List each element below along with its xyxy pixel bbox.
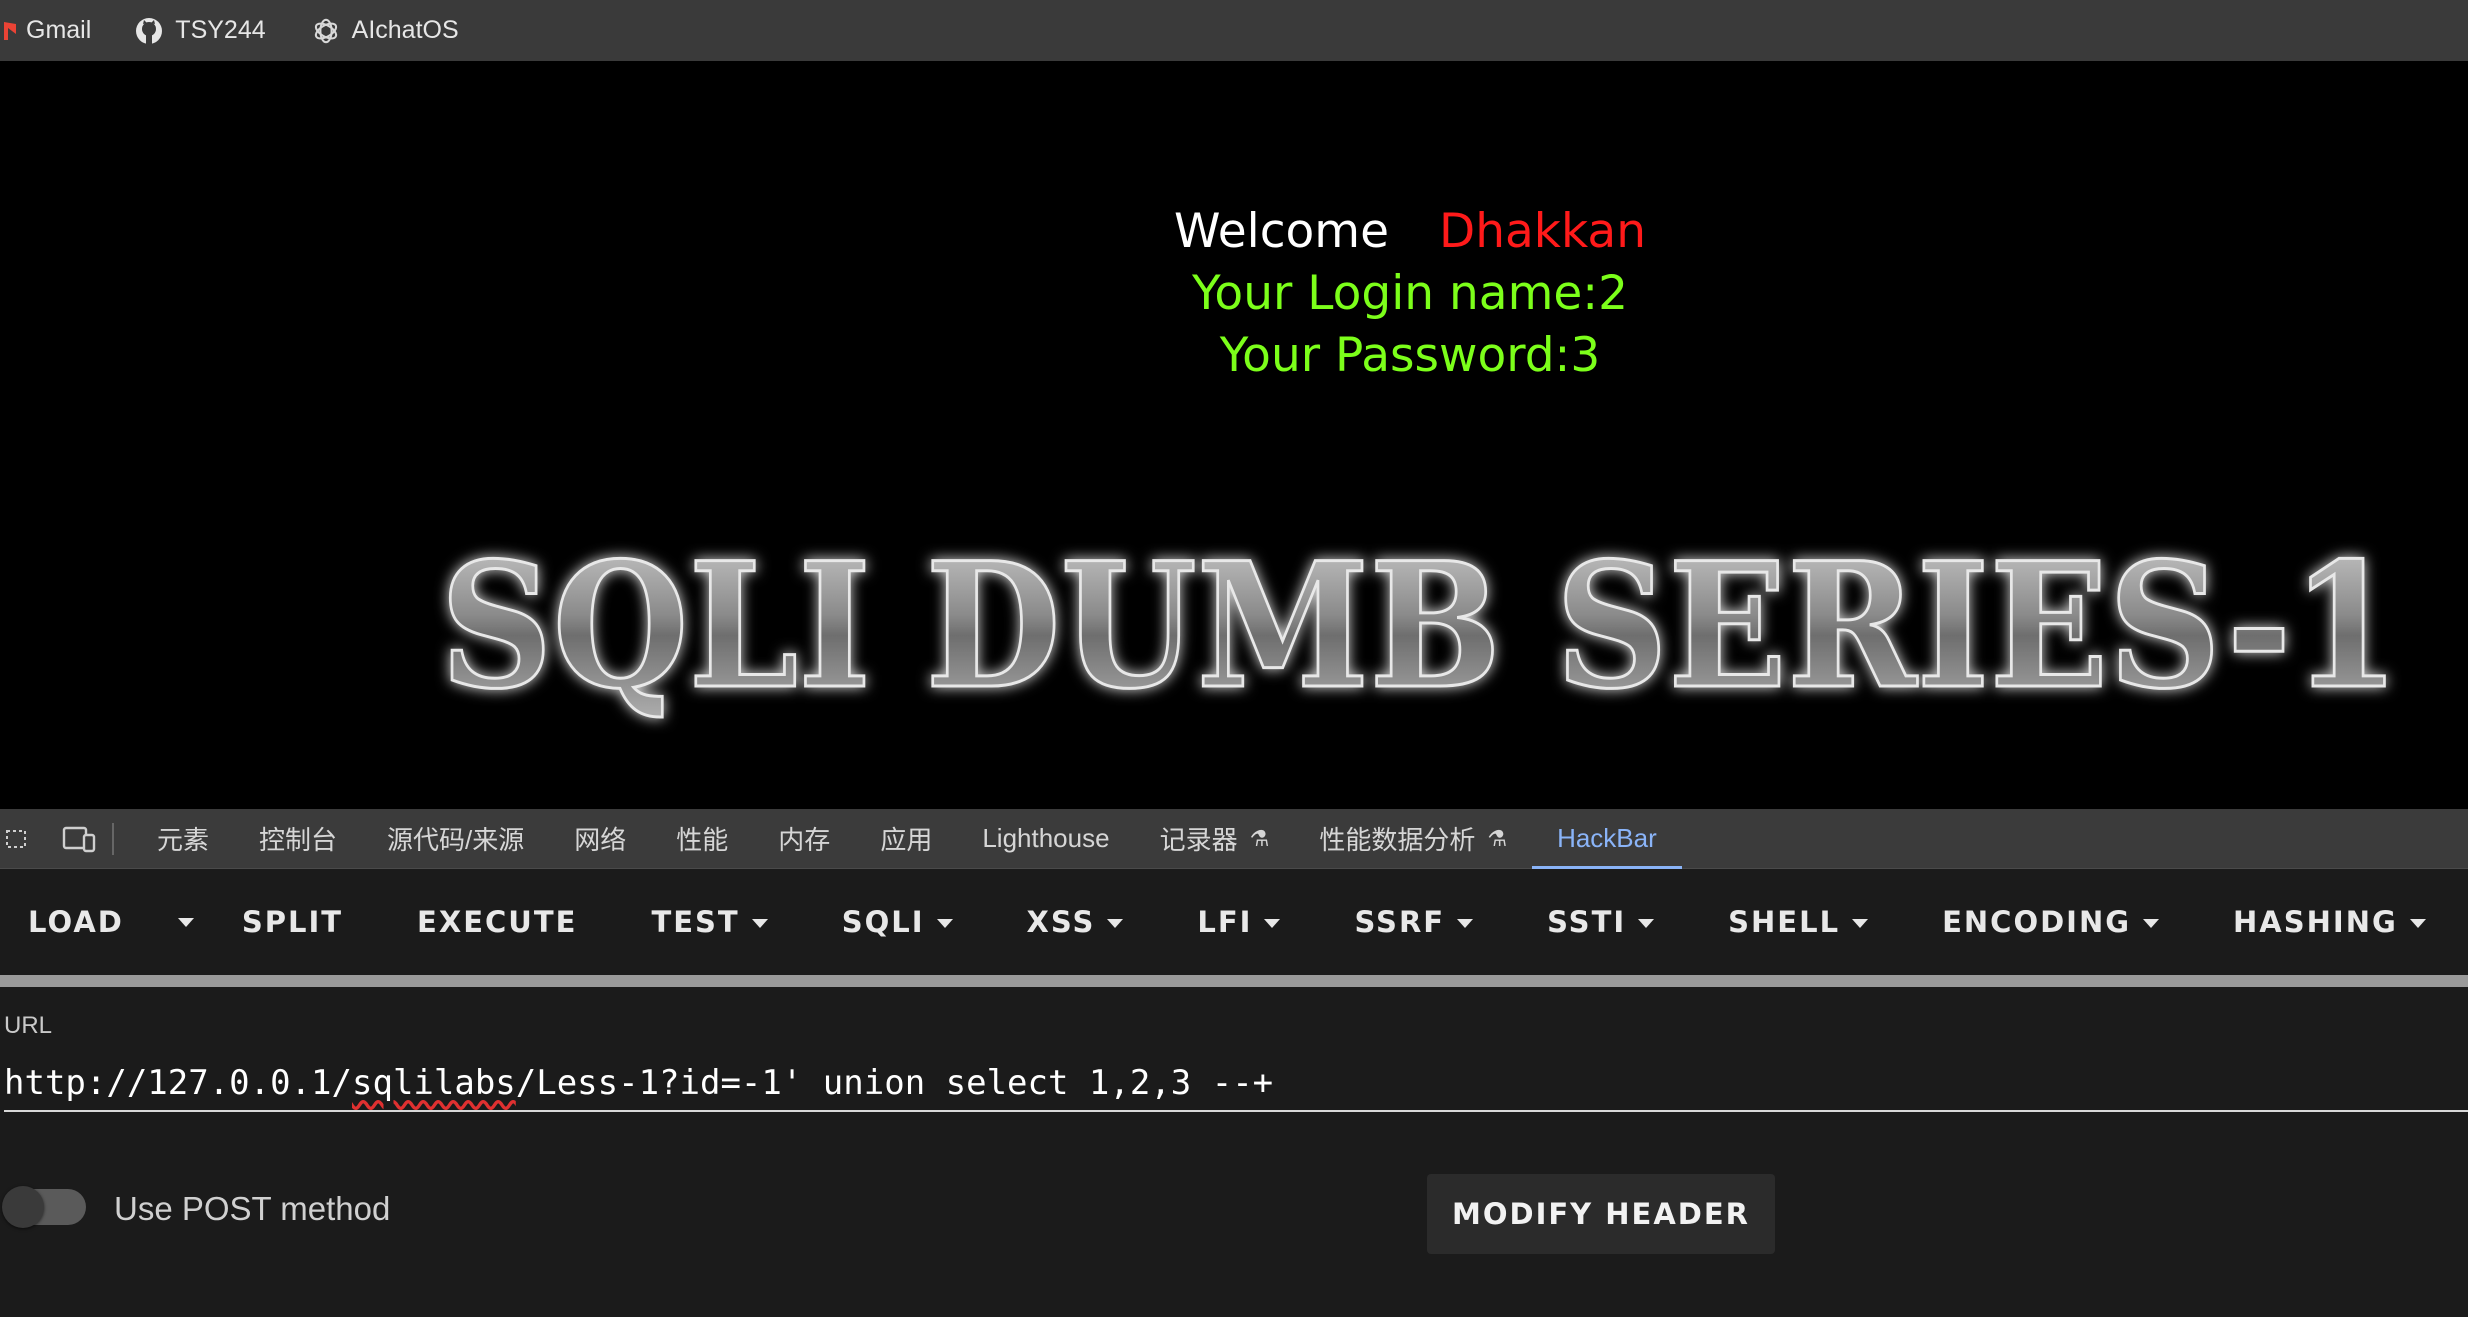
bookmark-gmail[interactable]: Gmail [0,11,95,51]
url-input[interactable]: http://127.0.0.1/sqlilabs/Less-1?id=-1' … [4,1057,2468,1112]
chevron-down-icon [1457,918,1474,928]
chevron-down-icon [1852,918,1869,928]
tab-hackbar[interactable]: HackBar [1532,809,1682,869]
lfi-menu-button[interactable]: LFI [1153,869,1310,975]
devtools-tab-bar: 元素 控制台 源代码/来源 网络 性能 内存 应用 Lighthouse 记录器… [0,809,2468,869]
post-method-toggle[interactable] [2,1186,86,1228]
tab-elements[interactable]: 元素 [132,809,234,869]
load-button[interactable]: LOAD [0,869,160,975]
bookmark-label: TSY244 [175,16,266,44]
web-page: Welcome Dhakkan Your Login name:2 Your Pa… [0,61,2468,809]
login-name-text: Your Login name:2 [1191,266,1629,321]
url-text-spellcheck: sqlilabs [352,1063,516,1103]
tab-recorder[interactable]: 记录器 ⚗ [1135,809,1295,869]
inspect-element-icon[interactable] [0,822,34,856]
url-text-prefix: http://127.0.0.1/ [4,1063,352,1103]
execute-button[interactable]: EXECUTE [373,869,607,975]
hashing-menu-button[interactable]: HASHING [2189,869,2456,975]
tab-application[interactable]: 应用 [855,809,957,869]
xss-menu-button[interactable]: XSS [983,869,1154,975]
flask-icon: ⚗ [1249,825,1270,851]
chevron-down-icon [1107,918,1124,928]
load-dropdown-button[interactable] [160,869,212,975]
tab-performance-insights[interactable]: 性能数据分析 ⚗ [1294,809,1532,869]
post-method-label: Use POST method [114,1190,391,1227]
hackbar-divider [0,975,2468,987]
welcome-text: Welcome [1174,204,1389,259]
tab-performance[interactable]: 性能 [651,809,753,869]
gmail-icon [4,17,16,45]
test-menu-button[interactable]: TEST [607,869,797,975]
chevron-down-icon [2143,918,2160,928]
hackbar-toolbar: LOAD SPLIT EXECUTE TEST SQLI XSS LFI SSR… [0,869,2468,975]
bookmark-label: AIchatOS [351,16,459,44]
password-text: Your Password:3 [1219,328,1601,383]
toggle-knob [2,1186,44,1228]
github-icon [135,17,163,45]
chevron-down-icon [2409,918,2426,928]
tab-memory[interactable]: 内存 [753,809,855,869]
login-result: Welcome Dhakkan Your Login name:2 Your Pa… [1160,201,1660,387]
sqli-menu-button[interactable]: SQLI [798,869,983,975]
tab-separator [112,822,114,855]
flask-icon: ⚗ [1487,825,1508,851]
tab-console[interactable]: 控制台 [234,809,362,869]
shell-menu-button[interactable]: SHELL [1684,869,1898,975]
sqli-banner-logo: SQLI DUMB SERIES-1 [439,523,2402,729]
ssti-menu-button[interactable]: SSTI [1503,869,1684,975]
openai-icon [312,17,340,45]
tab-lighthouse[interactable]: Lighthouse [957,809,1134,869]
ssrf-menu-button[interactable]: SSRF [1310,869,1503,975]
bookmark-aichatos[interactable]: AIchatOS [308,11,463,51]
username-text: Dhakkan [1439,204,1646,259]
chevron-down-icon [936,918,953,928]
split-button[interactable]: SPLIT [212,869,373,975]
chevron-down-icon [177,917,194,927]
tab-network[interactable]: 网络 [549,809,651,869]
bookmarks-bar: Gmail TSY244 AIchatOS [0,0,2468,61]
bookmark-label: Gmail [26,16,92,44]
chevron-down-icon [1264,918,1281,928]
bookmark-tsy244[interactable]: TSY244 [131,11,269,51]
modify-header-button[interactable]: MODIFY HEADER [1427,1174,1775,1254]
url-text-suffix: /Less-1?id=-1' union select 1,2,3 --+ [515,1063,1274,1103]
cut-off-button[interactable]: CU [2456,869,2468,975]
welcome-line: Welcome Dhakkan [1160,201,1660,263]
chevron-down-icon [1638,918,1655,928]
chevron-down-icon [751,918,768,928]
device-toolbar-icon[interactable] [62,822,96,856]
hackbar-panel: URL http://127.0.0.1/sqlilabs/Less-1?id=… [0,987,2468,1317]
url-label: URL [4,1012,53,1039]
encoding-menu-button[interactable]: ENCODING [1898,869,2189,975]
svg-text:SQLI DUMB SERIES-1: SQLI DUMB SERIES-1 [440,524,2400,727]
tab-sources[interactable]: 源代码/来源 [362,809,549,869]
